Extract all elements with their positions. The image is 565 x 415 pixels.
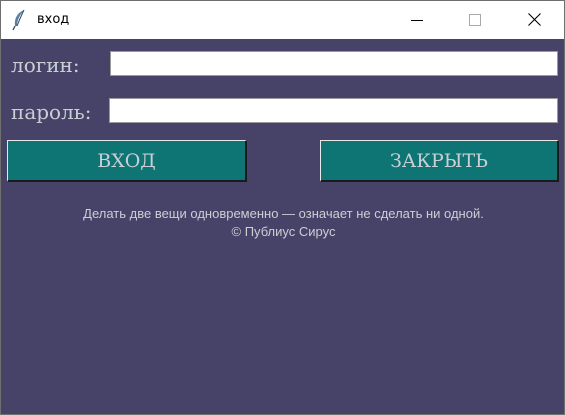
form-area: логин: пароль: ВХОД ЗАКРЫТЬ Делать две в…	[1, 39, 564, 414]
close-window-button[interactable]	[511, 1, 557, 39]
window-title: вход	[37, 12, 70, 27]
quote-block: Делать две вещи одновременно — означает …	[1, 205, 565, 241]
title-bar[interactable]: вход	[1, 1, 564, 39]
password-label: пароль:	[11, 100, 92, 124]
close-button[interactable]: ЗАКРЫТЬ	[320, 140, 559, 182]
maximize-button[interactable]	[451, 1, 497, 39]
close-icon	[528, 13, 541, 26]
feather-icon	[10, 9, 28, 31]
login-label: логин:	[11, 53, 80, 77]
password-input[interactable]	[109, 98, 558, 123]
app-window: вход логин: пароль: ВХОД ЗАКРЫТЬ Делать …	[0, 0, 565, 415]
login-input[interactable]	[110, 51, 558, 76]
minimize-icon	[411, 20, 423, 21]
maximize-icon	[469, 14, 481, 26]
login-button[interactable]: ВХОД	[7, 140, 247, 182]
quote-text: Делать две вещи одновременно — означает …	[83, 206, 484, 221]
minimize-button[interactable]	[394, 1, 440, 39]
quote-author: © Публиус Сирус	[231, 224, 336, 239]
